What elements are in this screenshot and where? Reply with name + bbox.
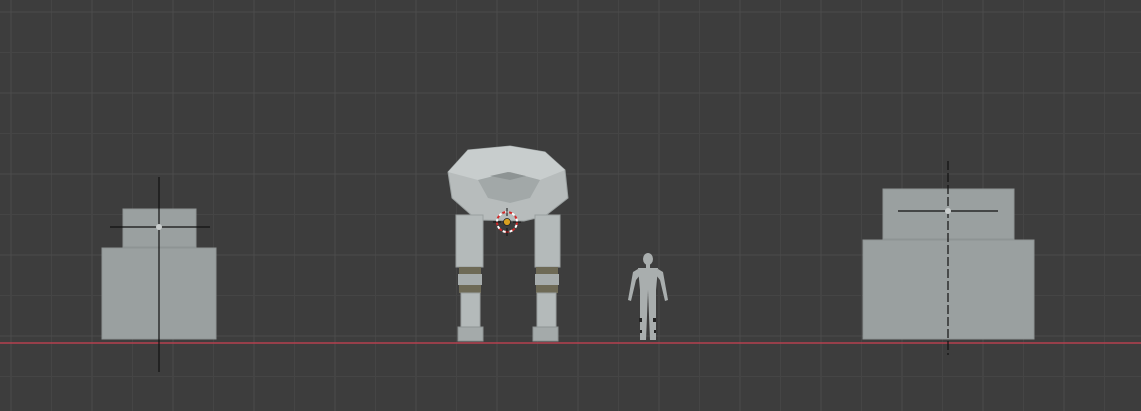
mech-left-knee-band-bottom bbox=[459, 285, 481, 293]
mech-left-upper-leg[interactable] bbox=[455, 214, 484, 268]
mech-left-foot[interactable] bbox=[457, 326, 484, 342]
human-left-shin-mark bbox=[640, 330, 642, 333]
mech-right-knee-band-top bbox=[536, 267, 558, 274]
mech-left-lower-leg[interactable] bbox=[460, 292, 481, 328]
human-head bbox=[643, 253, 653, 265]
right-prop-origin-dot bbox=[945, 208, 951, 214]
human-right-shin-mark bbox=[654, 330, 656, 333]
mech-right-knee bbox=[535, 274, 559, 285]
cursor-center-dot bbox=[503, 218, 511, 226]
human-right-knee-mark bbox=[653, 318, 656, 322]
viewport-scene[interactable] bbox=[0, 0, 1141, 411]
mech-right-upper-leg[interactable] bbox=[534, 214, 561, 268]
human-torso bbox=[638, 268, 658, 290]
mech-left-knee-band-top bbox=[459, 267, 481, 274]
left-prop-origin-dot bbox=[156, 224, 162, 230]
human-neck bbox=[646, 264, 650, 268]
mech-right-lower-leg[interactable] bbox=[536, 292, 557, 328]
mech-right-foot[interactable] bbox=[532, 326, 559, 342]
3d-viewport[interactable] bbox=[0, 0, 1141, 411]
human-left-knee-mark bbox=[639, 318, 642, 322]
mech-left-knee bbox=[458, 274, 482, 285]
mech-right-knee-band-bottom bbox=[536, 285, 558, 293]
right-prop-object[interactable] bbox=[862, 161, 1035, 355]
